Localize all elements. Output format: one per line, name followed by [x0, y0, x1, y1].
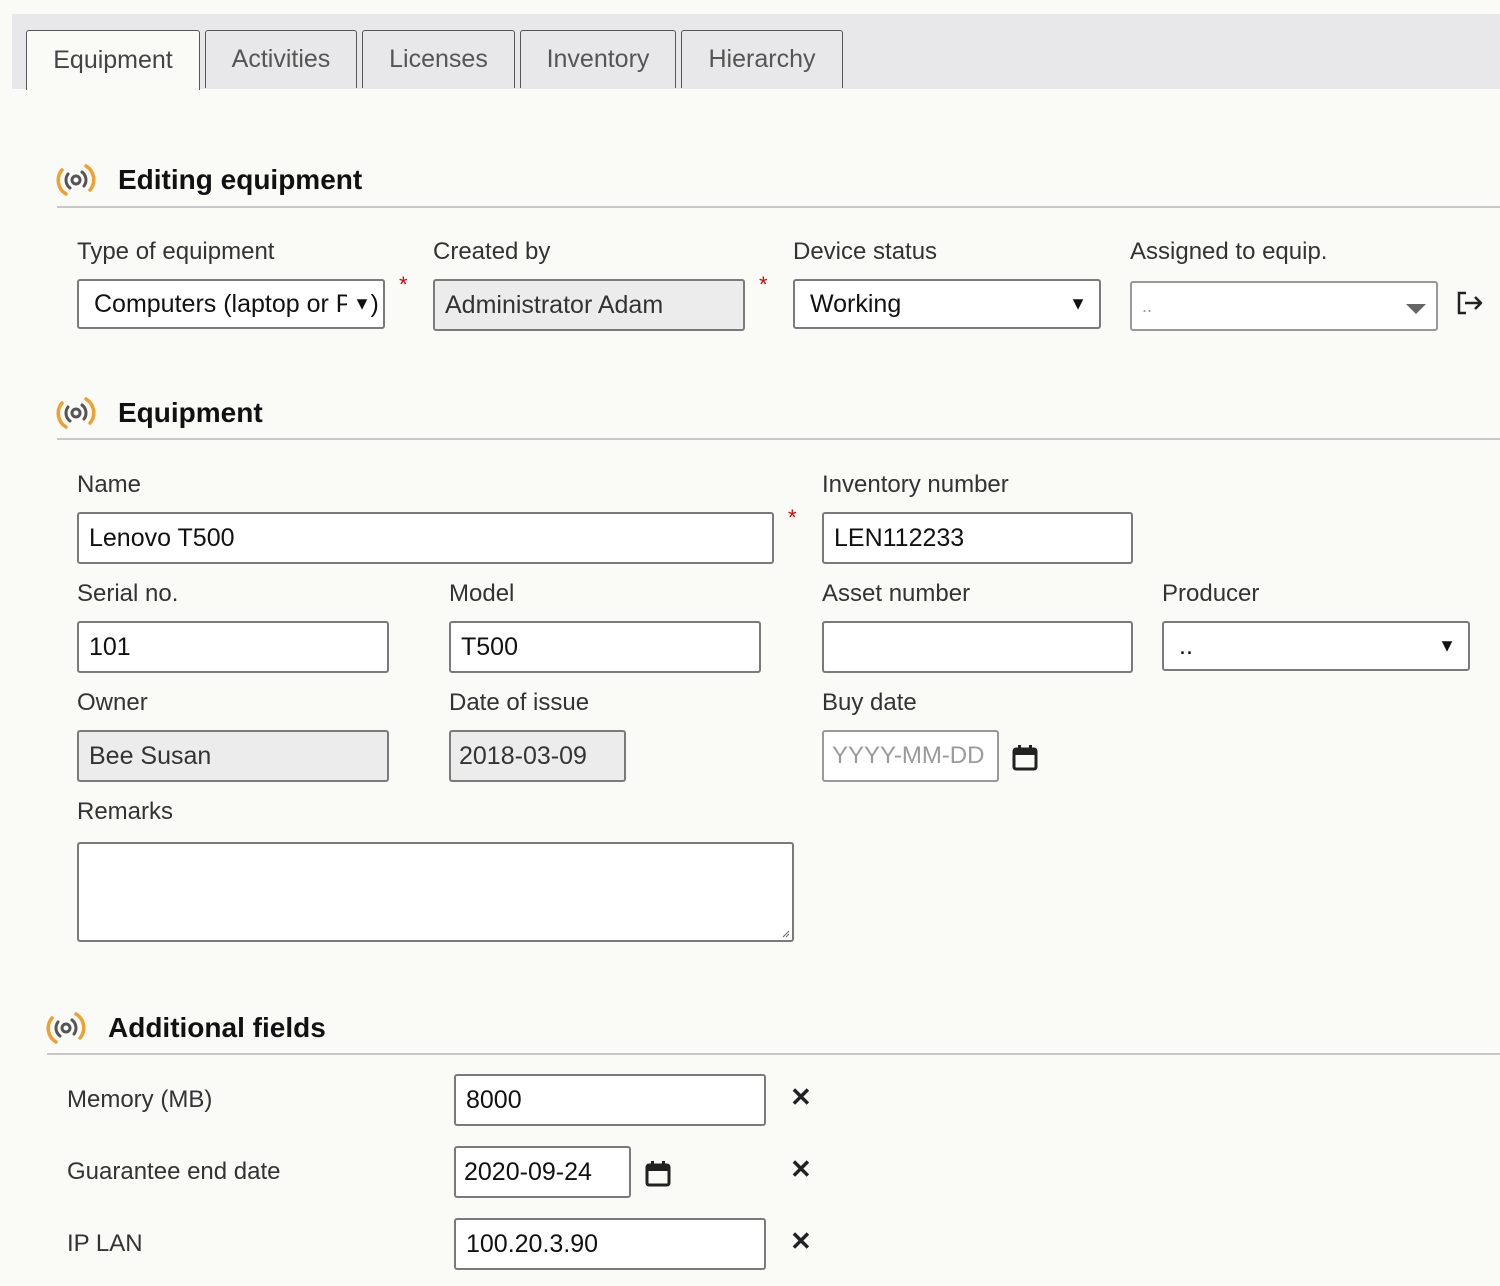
guarantee-end-date-input[interactable]: 2020-09-24	[454, 1146, 631, 1198]
memory-input[interactable]: 8000	[454, 1074, 766, 1126]
tab-label: Equipment	[53, 46, 173, 74]
remove-ip-lan-button[interactable]: ✕	[790, 1228, 812, 1254]
required-marker: *	[759, 272, 768, 297]
signal-icon	[56, 164, 96, 196]
tab-inventory[interactable]: Inventory	[520, 30, 676, 88]
calendar-icon[interactable]	[1011, 743, 1039, 771]
inventory-number-label: Inventory number	[822, 471, 1009, 498]
type-of-equipment-select[interactable]: Computers (laptop or PC) ▼	[77, 279, 385, 329]
select-value: ..	[1179, 631, 1193, 660]
section-divider	[57, 206, 1500, 208]
section-title: Equipment	[118, 397, 263, 428]
tab-hierarchy[interactable]: Hierarchy	[681, 30, 843, 88]
field-value: Administrator Adam	[445, 290, 664, 319]
select-value: Working	[810, 289, 902, 318]
placeholder-text: YYYY-MM-DD	[832, 742, 985, 769]
calendar-icon[interactable]	[644, 1159, 672, 1187]
name-input[interactable]: Lenovo T500	[77, 512, 774, 564]
field-value: Bee Susan	[89, 741, 212, 770]
field-value: LEN112233	[834, 523, 965, 552]
model-input[interactable]: T500	[449, 621, 761, 673]
section-divider	[57, 438, 1500, 440]
asset-number-input[interactable]	[822, 621, 1133, 673]
tab-label: Inventory	[546, 45, 650, 73]
select-value: Computers (laptop or PC)	[94, 289, 379, 318]
serial-no-input[interactable]: 101	[77, 621, 389, 673]
guarantee-end-date-label: Guarantee end date	[67, 1158, 281, 1185]
section-title: Editing equipment	[118, 164, 363, 195]
created-by-field: Administrator Adam	[433, 279, 745, 331]
tab-label: Activities	[231, 45, 331, 73]
field-value: 2018-03-09	[459, 741, 587, 770]
date-of-issue-label: Date of issue	[449, 689, 590, 716]
field-value: 2020-09-24	[464, 1157, 592, 1186]
field-value: 101	[89, 632, 131, 661]
section-divider	[47, 1053, 1500, 1055]
field-value: Lenovo T500	[89, 523, 235, 552]
remarks-label: Remarks	[77, 798, 174, 825]
remarks-textarea[interactable]	[77, 842, 794, 942]
owner-label: Owner	[77, 689, 148, 716]
chevron-down-icon	[1406, 304, 1426, 314]
assigned-to-equip-select[interactable]: ..	[1130, 281, 1438, 331]
sign-out-icon[interactable]	[1455, 290, 1485, 316]
field-value: T500	[461, 632, 518, 661]
section-editing-equipment: Editing equipment	[56, 160, 362, 200]
required-marker: *	[788, 505, 797, 530]
field-value: 8000	[466, 1085, 522, 1114]
memory-label: Memory (MB)	[67, 1086, 213, 1113]
serial-no-label: Serial no.	[77, 580, 179, 607]
signal-icon	[46, 1012, 86, 1044]
section-title: Additional fields	[108, 1012, 326, 1043]
model-label: Model	[449, 580, 515, 607]
created-by-label: Created by	[433, 238, 551, 265]
buy-date-input[interactable]: YYYY-MM-DD	[822, 730, 999, 782]
producer-select[interactable]: .. ▼	[1162, 621, 1470, 671]
resize-handle-icon[interactable]	[780, 928, 790, 938]
tab-licenses[interactable]: Licenses	[362, 30, 515, 88]
tab-label: Licenses	[389, 45, 488, 73]
select-value: ..	[1142, 295, 1153, 316]
tab-activities[interactable]: Activities	[205, 30, 357, 88]
producer-label: Producer	[1162, 580, 1260, 607]
ip-lan-label: IP LAN	[67, 1230, 143, 1257]
signal-icon	[56, 397, 96, 429]
ip-lan-input[interactable]: 100.20.3.90	[454, 1218, 766, 1270]
type-of-equipment-label: Type of equipment	[77, 238, 275, 265]
device-status-select[interactable]: Working ▼	[793, 279, 1101, 329]
section-equipment: Equipment	[56, 393, 263, 433]
required-marker: *	[399, 272, 408, 297]
asset-number-label: Asset number	[822, 580, 971, 607]
section-additional-fields: Additional fields	[46, 1008, 326, 1048]
device-status-label: Device status	[793, 238, 938, 265]
chevron-down-icon: ▼	[1432, 635, 1456, 657]
remove-guarantee-end-date-button[interactable]: ✕	[790, 1156, 812, 1182]
chevron-down-icon: ▼	[1063, 293, 1087, 315]
assigned-to-equip-label: Assigned to equip.	[1130, 238, 1328, 265]
chevron-down-icon: ▼	[347, 293, 371, 315]
date-of-issue-field: 2018-03-09	[449, 730, 626, 782]
tab-equipment[interactable]: Equipment	[26, 30, 200, 90]
field-value: 100.20.3.90	[466, 1229, 599, 1258]
name-label: Name	[77, 471, 142, 498]
tab-label: Hierarchy	[708, 45, 816, 73]
owner-field: Bee Susan	[77, 730, 389, 782]
buy-date-label: Buy date	[822, 689, 917, 716]
remove-memory-button[interactable]: ✕	[790, 1084, 812, 1110]
inventory-number-input[interactable]: LEN112233	[822, 512, 1133, 564]
